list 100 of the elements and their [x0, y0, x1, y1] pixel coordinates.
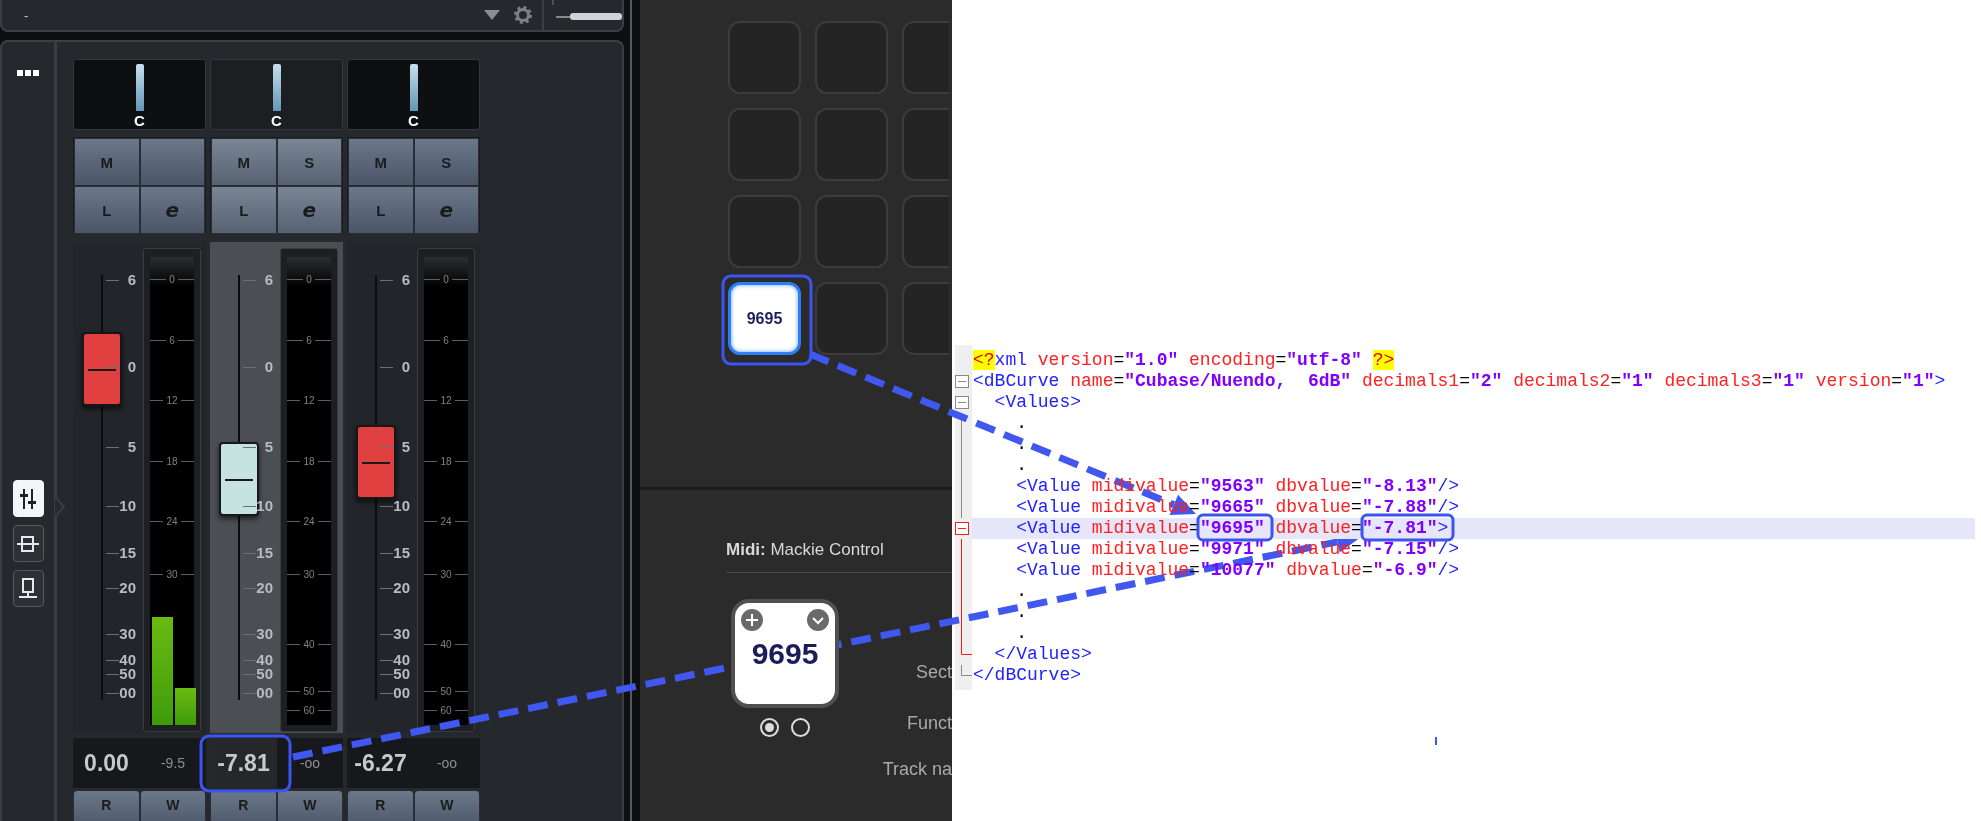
fold-box-icon[interactable] — [955, 522, 969, 535]
code-line: <dBCurve name="Cubase/Nuendo, 6dB" decimals1="2" decimals2="1" decimals3="1" version="1"> — [972, 371, 1947, 392]
tool-button[interactable] — [12, 570, 44, 607]
add-icon[interactable] — [741, 609, 763, 631]
fader-scale-label: 40 — [393, 652, 410, 668]
fader-scale-label: 6 — [127, 272, 136, 288]
fader-scale-label: 50 — [256, 666, 273, 682]
meter-scale-label: 50 — [440, 685, 452, 697]
field-label: Funct — [906, 712, 952, 734]
fader-scale-label: 0 — [401, 359, 410, 375]
fader-scale-label: 15 — [256, 545, 273, 561]
meter-scale-label: 24 — [440, 515, 452, 527]
toggle-button[interactable]: M — [348, 138, 414, 186]
meter-scale-label: 30 — [440, 568, 452, 580]
toggle-button[interactable]: S — [413, 138, 479, 186]
pad-preview-card[interactable]: 9695 — [731, 599, 839, 708]
pan-display[interactable]: C — [73, 59, 206, 130]
automation-button[interactable]: W — [139, 790, 206, 821]
chevron-down-icon[interactable] — [807, 609, 829, 631]
fader-scale-label: 6 — [401, 272, 410, 288]
meter-scale-label: 12 — [440, 394, 452, 406]
pad-button[interactable]: 9695 — [728, 282, 801, 355]
fader-scale-label: 30 — [393, 626, 410, 642]
meter-scale-label: 30 — [303, 568, 315, 580]
meter-scale-label: 12 — [166, 394, 178, 406]
meter-scale-label: 6 — [443, 334, 449, 346]
meter-scale-label: 40 — [303, 638, 315, 650]
code-line: </Values> — [993, 644, 1093, 665]
peak-readout: -9.5 — [159, 754, 187, 773]
meter-scale-label: 12 — [303, 394, 315, 406]
page-radio[interactable] — [791, 718, 810, 737]
blank-button[interactable] — [139, 138, 205, 186]
toggle-button[interactable]: M — [211, 138, 277, 186]
fold-box-icon[interactable] — [955, 375, 969, 388]
edit-button[interactable]: e — [276, 186, 342, 234]
fader-scale-label: 5 — [401, 439, 410, 455]
toggle-button[interactable]: L — [211, 186, 277, 234]
pan-indicator-icon — [409, 64, 418, 111]
fold-box-icon[interactable] — [955, 396, 969, 409]
meter-scale-label: 18 — [440, 455, 452, 467]
edit-button[interactable]: e — [139, 186, 205, 234]
peak-readout: -oo — [435, 754, 459, 773]
code-line: . — [1015, 434, 1028, 455]
code-line: <Value midivalue="10077" dbvalue="-6.9"/> — [1015, 560, 1461, 581]
automation-button[interactable]: W — [276, 790, 343, 821]
toggle-button[interactable]: L — [348, 186, 414, 234]
fader-scale-label: 15 — [393, 545, 410, 561]
automation-button[interactable]: W — [413, 790, 480, 821]
pan-indicator-icon — [272, 64, 281, 111]
toggle-button[interactable]: M — [74, 138, 140, 186]
meter-scale-label: 0 — [443, 273, 449, 285]
fader-handle[interactable] — [219, 442, 259, 516]
fader-scale-label: 30 — [256, 626, 273, 642]
fader-scale-label: 0 — [264, 359, 273, 375]
fader-scale-label: 10 — [256, 498, 273, 514]
pan-display[interactable]: C — [347, 59, 480, 130]
code-line: . — [1015, 455, 1028, 476]
fader-scale-label: 0 — [127, 359, 136, 375]
meter-scale-label: 60 — [440, 704, 452, 716]
mixer-faders-icon — [17, 486, 39, 511]
fader-scale-label: 5 — [127, 439, 136, 455]
meter-scale-label: 30 — [166, 568, 178, 580]
fader-handle[interactable] — [82, 331, 122, 406]
meter-scale-label: 24 — [303, 515, 315, 527]
settings-icon[interactable] — [514, 6, 532, 24]
code-line: . — [1015, 623, 1028, 644]
monitor-icon — [17, 576, 39, 601]
fader-scale-label: 40 — [256, 652, 273, 668]
fader-scale-label: 15 — [119, 545, 136, 561]
automation-button[interactable]: R — [73, 790, 140, 821]
volume-readout[interactable]: -6.27 — [347, 738, 414, 788]
meter-scale-label: 0 — [169, 273, 175, 285]
volume-readout[interactable]: -7.81 — [210, 738, 277, 788]
meter-scale-label: 18 — [166, 455, 178, 467]
volume-readout[interactable]: 0.00 — [73, 738, 140, 788]
dropdown-caret-icon[interactable] — [484, 10, 500, 20]
pan-display[interactable]: C — [210, 59, 343, 130]
pan-value: C — [271, 112, 282, 129]
pan-indicator-icon — [135, 64, 144, 111]
page-radio[interactable] — [760, 718, 779, 737]
fader-handle[interactable] — [356, 425, 396, 499]
preset-label: - — [24, 7, 29, 23]
meter-scale-label: 24 — [166, 515, 178, 527]
edit-button[interactable]: e — [413, 186, 479, 234]
toggle-button[interactable]: L — [74, 186, 140, 234]
peak-readout: -oo — [298, 754, 322, 773]
pad-value: 9695 — [751, 636, 819, 671]
code-line: <Values> — [993, 392, 1083, 413]
more-icon[interactable] — [17, 70, 39, 76]
meter-scale-label: 40 — [440, 638, 452, 650]
automation-button[interactable]: R — [347, 790, 414, 821]
fader-scale-label: 30 — [119, 626, 136, 642]
fader-scale-label: 20 — [119, 580, 136, 596]
pan-value: C — [408, 112, 419, 129]
fader-scale-label: 00 — [393, 685, 410, 701]
meter-scale-label: 60 — [303, 704, 315, 716]
code-line: </dBCurve> — [972, 665, 1083, 686]
fader-scale-label: 10 — [119, 498, 136, 514]
toggle-button[interactable]: S — [276, 138, 342, 186]
tool-button[interactable] — [12, 525, 44, 562]
